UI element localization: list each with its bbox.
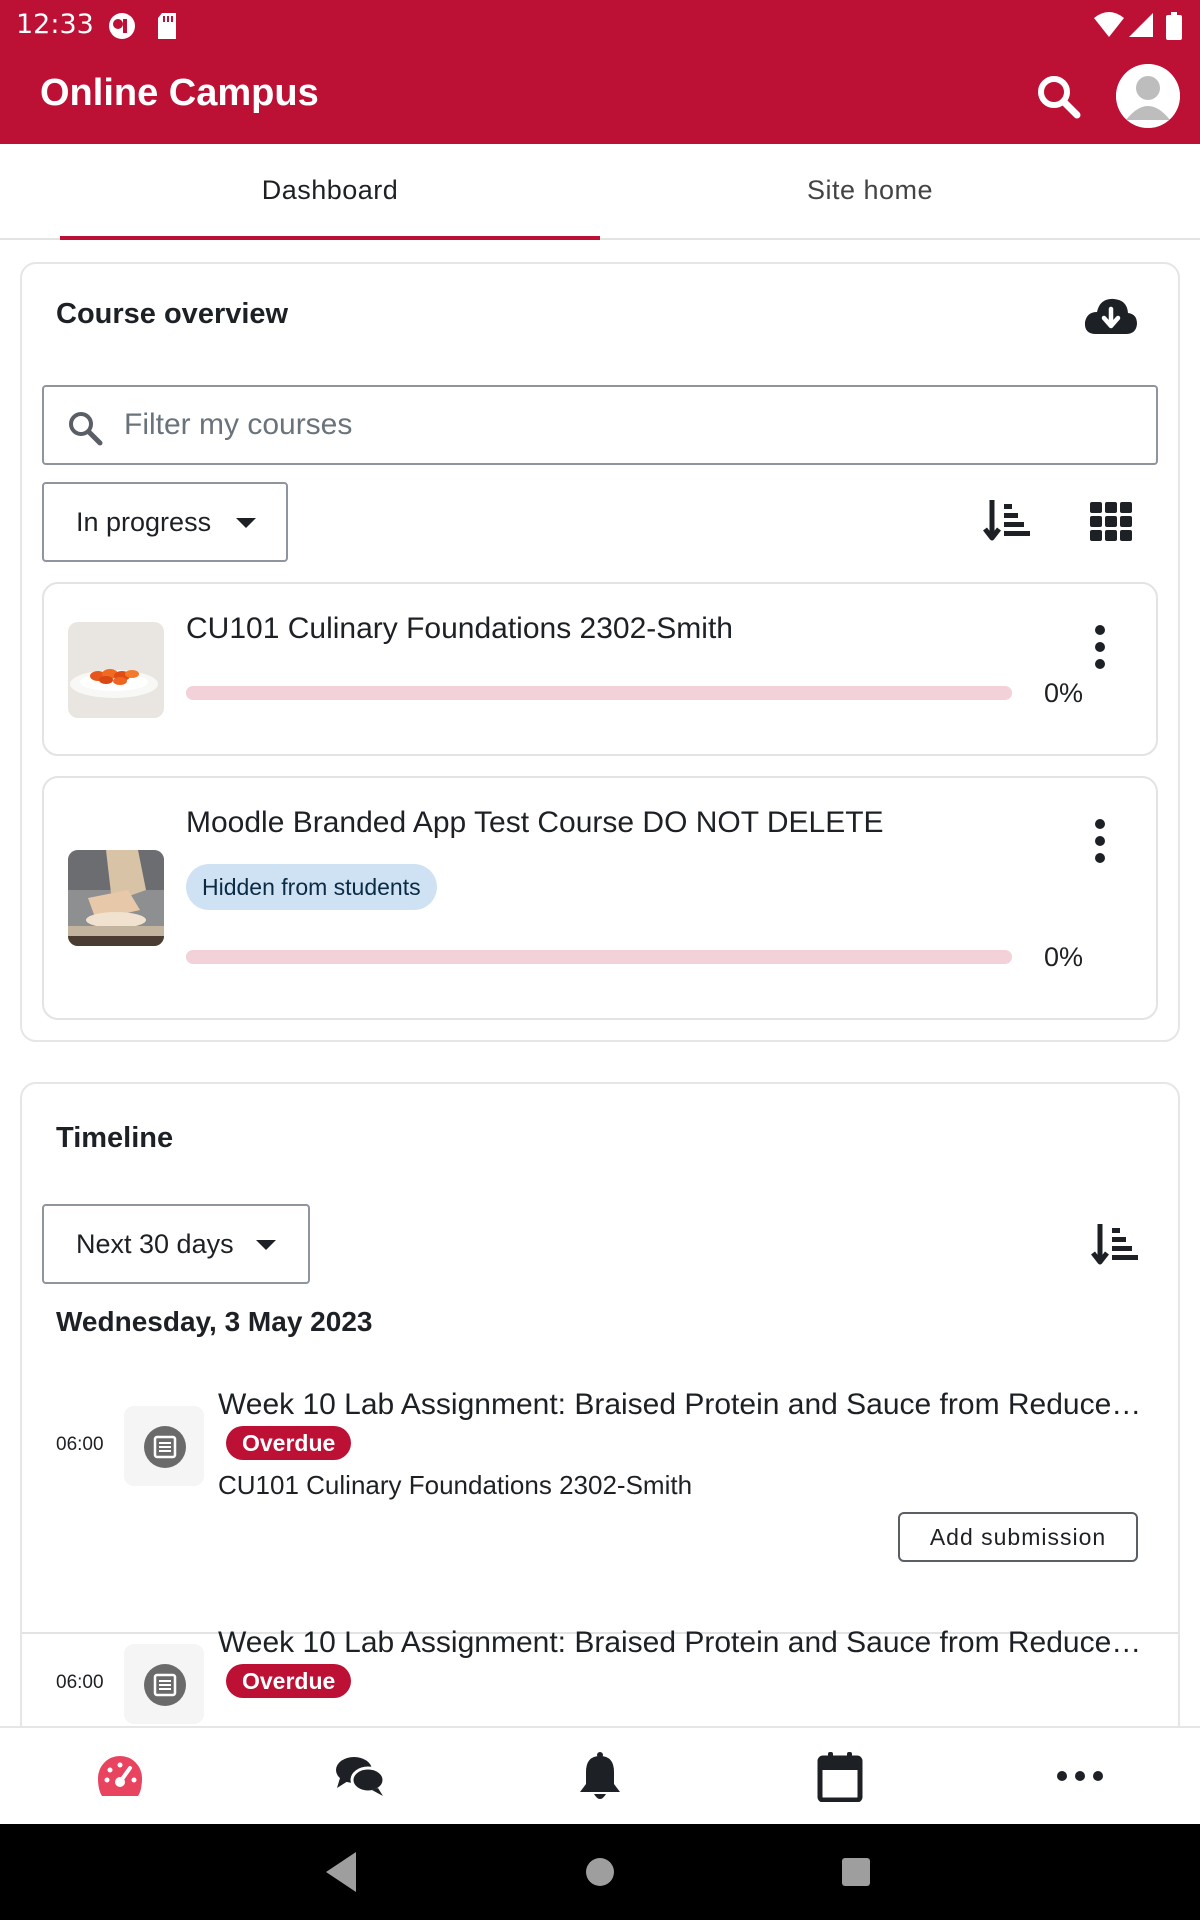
- calendar-icon: [817, 1752, 863, 1802]
- system-nav-bar: [0, 1824, 1200, 1920]
- sort-timeline-button[interactable]: [1090, 1220, 1140, 1270]
- course-overview-block: Course overview In progress: [20, 262, 1180, 1042]
- filter-courses-input[interactable]: [124, 399, 1124, 451]
- course-options-button[interactable]: [1080, 816, 1120, 866]
- assignment-icon-wrap: [124, 1406, 204, 1486]
- course-name[interactable]: CU101 Culinary Foundations 2302-Smith: [186, 612, 733, 646]
- course-options-button[interactable]: [1080, 622, 1120, 672]
- sort-courses-button[interactable]: [982, 496, 1032, 546]
- search-button[interactable]: [1034, 72, 1084, 122]
- event-time: 06:00: [56, 1434, 104, 1455]
- event-title-link[interactable]: Week 10 Lab Assignment: Braised Protein …: [218, 1626, 1154, 1660]
- course-progress-bar: [186, 950, 1012, 964]
- nav-calendar[interactable]: [720, 1728, 960, 1824]
- caret-down-icon: [256, 1240, 276, 1250]
- assignment-icon: [144, 1426, 186, 1468]
- sd-card-icon: [158, 13, 176, 39]
- course-progress-label: 0%: [1044, 678, 1084, 708]
- home-icon[interactable]: [576, 1848, 624, 1896]
- assignment-icon-wrap: [124, 1644, 204, 1724]
- add-submission-button[interactable]: Add submission: [898, 1512, 1138, 1562]
- course-name[interactable]: Moodle Branded App Test Course DO NOT DE…: [186, 806, 884, 840]
- course-status-value: In progress: [76, 507, 212, 537]
- timeline-range-value: Next 30 days: [76, 1229, 234, 1259]
- back-icon[interactable]: [318, 1848, 366, 1896]
- hidden-from-students-badge: Hidden from students: [186, 864, 437, 910]
- timeline-title: Timeline: [56, 1122, 174, 1154]
- nav-more[interactable]: [960, 1728, 1200, 1824]
- app-notification-icon: [109, 13, 135, 39]
- timeline-range-dropdown[interactable]: Next 30 days: [42, 1204, 310, 1284]
- caret-down-icon: [236, 518, 256, 528]
- overdue-badge: Overdue: [226, 1664, 352, 1698]
- battery-icon: [1166, 12, 1182, 40]
- event-title-link[interactable]: Week 10 Lab Assignment: Braised Protein …: [218, 1388, 1154, 1422]
- grid-view-button[interactable]: [1086, 496, 1136, 546]
- course-card[interactable]: CU101 Culinary Foundations 2302-Smith 0%: [42, 582, 1158, 756]
- app-bar: Online Campus: [0, 50, 1200, 144]
- notifications-icon: [580, 1752, 620, 1799]
- bottom-nav: [0, 1726, 1200, 1824]
- timeline-date-heading: Wednesday, 3 May 2023: [56, 1306, 373, 1337]
- overdue-badge: Overdue: [226, 1426, 352, 1460]
- grid-icon: [1090, 502, 1132, 541]
- course-overview-title: Course overview: [56, 298, 289, 330]
- tab-bar: Dashboard Site home: [0, 144, 1200, 240]
- messages-icon: [336, 1757, 386, 1796]
- nav-dashboard[interactable]: [0, 1728, 240, 1824]
- avatar-icon: [1116, 64, 1180, 128]
- search-icon: [1038, 76, 1081, 119]
- wifi-icon: [1094, 12, 1124, 37]
- status-time: 12:33: [16, 9, 94, 40]
- event-course-name: CU101 Culinary Foundations 2302-Smith: [218, 1470, 693, 1500]
- dashboard-icon: [98, 1756, 142, 1796]
- cloud-download-icon: [1084, 298, 1137, 334]
- nav-messages[interactable]: [240, 1728, 480, 1824]
- course-image-baking: [68, 850, 164, 946]
- assignment-icon: [144, 1664, 186, 1706]
- recents-icon[interactable]: [832, 1848, 880, 1896]
- course-image-carrots: [68, 622, 164, 718]
- course-progress-bar: [186, 686, 1012, 700]
- user-avatar-button[interactable]: [1116, 64, 1180, 128]
- dish-image-icon: [68, 622, 164, 718]
- search-icon: [69, 412, 103, 446]
- course-card[interactable]: Moodle Branded App Test Course DO NOT DE…: [42, 776, 1158, 1020]
- course-status-dropdown[interactable]: In progress: [42, 482, 288, 562]
- app-title: Online Campus: [40, 72, 319, 114]
- event-time: 06:00: [56, 1672, 104, 1693]
- cell-signal-icon: [1129, 13, 1153, 37]
- sort-icon: [1091, 1224, 1138, 1265]
- more-icon: [1057, 1771, 1103, 1781]
- filter-courses-field[interactable]: [42, 385, 1158, 465]
- status-bar: 12:33: [0, 0, 1200, 50]
- course-progress-label: 0%: [1044, 942, 1084, 972]
- more-vertical-icon: [1095, 625, 1105, 669]
- more-vertical-icon: [1095, 819, 1105, 863]
- sort-icon: [983, 500, 1030, 541]
- tab-dashboard[interactable]: Dashboard: [60, 144, 600, 240]
- tab-site-home[interactable]: Site home: [600, 144, 1140, 240]
- baking-image-icon: [68, 850, 164, 946]
- nav-notifications[interactable]: [480, 1728, 720, 1824]
- download-courses-button[interactable]: [1084, 294, 1138, 338]
